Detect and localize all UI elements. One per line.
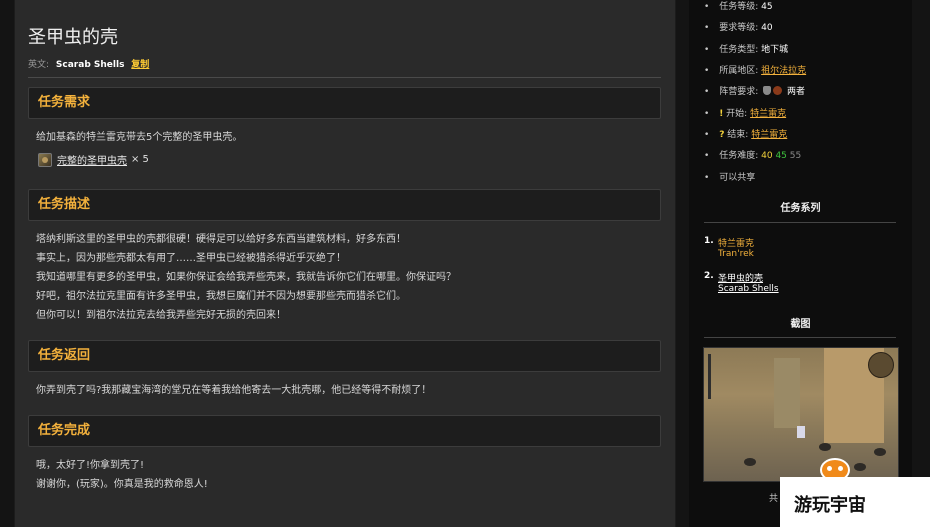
description-line: 但你可以！到祖尔法拉克去给我弄些完好无损的壳回来！	[36, 310, 286, 321]
screenshot-caption: 共	[769, 494, 779, 504]
question-mark-icon: ?	[719, 130, 725, 140]
description-heading: 任务描述	[28, 189, 661, 221]
info-zone: 所属地区: 祖尔法拉克	[704, 63, 806, 76]
quest-tracker-overlay	[708, 354, 737, 399]
info-end-npc: ? 结束: 特兰雷克	[704, 127, 787, 140]
end-npc-link[interactable]: 特兰雷克	[751, 130, 787, 140]
info-start-npc: ! 开始: 特兰雷克	[704, 106, 786, 119]
info-shareable: 可以共享	[704, 170, 755, 183]
description-text: 塔纳利斯这里的圣甲虫的壳都很硬！硬得足可以给好多东西当建筑材料，好多东西！ 事实…	[36, 230, 655, 325]
quest-screenshot[interactable]	[703, 347, 899, 482]
english-name: Scarab Shells	[55, 60, 125, 70]
minimap-icon	[868, 352, 894, 378]
player-character	[797, 426, 805, 438]
title-divider	[28, 77, 661, 78]
series-item-en: Tran'rek	[718, 249, 754, 259]
series-item-en[interactable]: Scarab Shells	[718, 284, 779, 294]
requirements-text: 给加基森的特兰雷克带去5个完整的圣甲虫壳。	[36, 132, 243, 143]
info-required-level: 要求等级: 40	[704, 20, 772, 33]
series-item-cn[interactable]: 圣甲虫的壳	[718, 271, 763, 284]
scarab-creature	[819, 443, 831, 451]
series-divider	[704, 222, 896, 223]
copy-button[interactable]: 复制	[131, 60, 149, 70]
scarab-creature	[874, 448, 886, 456]
progress-heading: 任务返回	[28, 340, 661, 372]
scarab-creature	[854, 463, 866, 471]
english-label: 英文:	[28, 60, 50, 70]
info-quest-type: 任务类型: 地下城	[704, 42, 788, 55]
series-heading: 任务系列	[780, 203, 821, 214]
info-faction: 阵营要求: 两者	[704, 84, 805, 97]
info-quest-level: 任务等级: 45	[704, 0, 772, 12]
series-item-cn[interactable]: 特兰雷克	[718, 236, 754, 249]
completion-text: 哦，太好了!你拿到壳了! 谢谢你，(玩家)。你真是我的救命恩人!	[36, 456, 655, 494]
english-name-line: 英文: Scarab Shells 复制	[28, 57, 149, 70]
description-line: 事实上，因为那些壳都太有用了……圣甲虫已经被猎杀得近乎灭绝了！	[36, 253, 346, 264]
requirements-heading: 任务需求	[28, 87, 661, 119]
screenshot-heading: 截图	[790, 319, 811, 330]
scarab-creature	[744, 458, 756, 466]
completion-line: 谢谢你，(玩家)。你真是我的救命恩人!	[36, 479, 208, 490]
quest-info-sidebar: 任务等级: 45 要求等级: 40 任务类型: 地下城 所属地区: 祖尔法拉克 …	[689, 0, 912, 527]
alliance-icon	[763, 86, 772, 95]
required-item-quantity: × 5	[131, 154, 149, 165]
horde-icon	[773, 86, 783, 95]
completion-heading: 任务完成	[28, 415, 661, 447]
description-line: 好吧，祖尔法拉克里面有许多圣甲虫，我想巨魔们并不因为想要那些壳而猎杀它们。	[36, 291, 406, 302]
description-line: 塔纳利斯这里的圣甲虫的壳都很硬！硬得足可以给好多东西当建筑材料，好多东西！	[36, 234, 406, 245]
completion-line: 哦，太好了!你拿到壳了!	[36, 460, 145, 471]
progress-text: 你弄到壳了吗?我那藏宝海湾的堂兄在等着我给他寄去一大批壳哪，他已经等得不耐烦了！	[36, 385, 432, 396]
exclamation-icon: !	[719, 109, 724, 119]
zone-link[interactable]: 祖尔法拉克	[761, 66, 806, 76]
required-item-link[interactable]: 完整的圣甲虫壳	[57, 152, 127, 167]
required-item: 完整的圣甲虫壳 × 5	[38, 152, 149, 167]
start-npc-link[interactable]: 特兰雷克	[750, 109, 786, 119]
watermark: 游玩宇宙	[780, 477, 930, 527]
info-difficulty: 任务难度: 40 45 55	[704, 148, 801, 161]
description-line: 我知道哪里有更多的圣甲虫，如果你保证会给我弄些壳来，我就告诉你它们在哪里。你保证…	[36, 272, 456, 283]
screenshot-divider	[704, 337, 896, 338]
quest-main-panel: 圣甲虫的壳 英文: Scarab Shells 复制 任务需求 给加基森的特兰雷…	[14, 0, 676, 527]
page-title: 圣甲虫的壳	[28, 27, 118, 48]
scarab-shell-icon[interactable]	[38, 152, 52, 167]
